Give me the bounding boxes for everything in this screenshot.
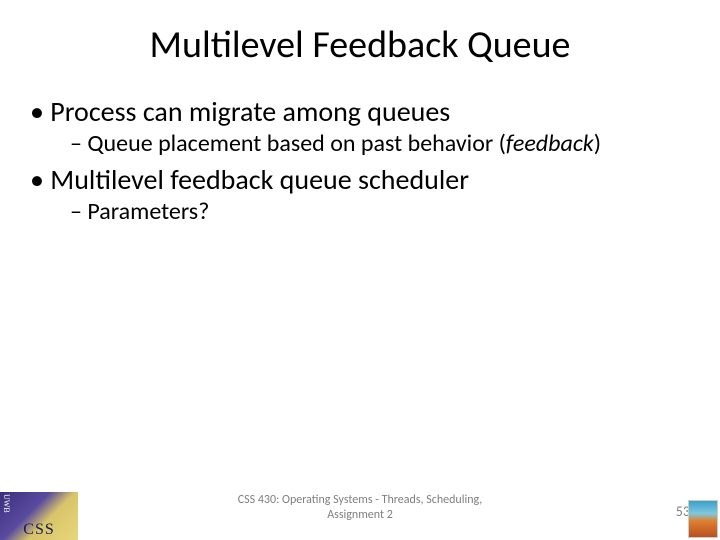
slide: Multilevel Feedback Queue Process can mi…: [0, 0, 720, 540]
slide-body: Process can migrate among queues Queue p…: [0, 68, 720, 226]
uwb-mark: UWB: [2, 494, 11, 513]
sub-bullet-list: Queue placement based on past behavior (…: [30, 130, 690, 158]
bullet-item: Multilevel feedback queue scheduler Para…: [30, 164, 690, 226]
sub-bullet-text: Parameters?: [87, 197, 209, 226]
footer-line: CSS 430: Operating Systems - Threads, Sc…: [0, 493, 720, 507]
css-logo: UWB CSS: [0, 492, 78, 540]
textbook-thumbnail: [688, 500, 718, 538]
slide-title: Multilevel Feedback Queue: [0, 0, 720, 68]
footer-line: Assignment 2: [0, 508, 720, 522]
bullet-list: Process can migrate among queues Queue p…: [30, 96, 690, 226]
bullet-text: Process can migrate among queues: [50, 94, 450, 129]
sub-bullet-item: Queue placement based on past behavior (…: [70, 130, 690, 158]
sub-bullet-text-italic: feedback: [506, 129, 594, 158]
sub-bullet-list: Parameters?: [30, 198, 690, 226]
bullet-item: Process can migrate among queues Queue p…: [30, 96, 690, 158]
sub-bullet-text: Queue placement based on past behavior (: [87, 129, 506, 158]
sub-bullet-item: Parameters?: [70, 198, 690, 226]
bullet-text: Multilevel feedback queue scheduler: [50, 162, 469, 197]
footer-text: CSS 430: Operating Systems - Threads, Sc…: [0, 493, 720, 522]
sub-bullet-text: ): [594, 129, 601, 158]
logo-label: CSS: [23, 521, 54, 539]
